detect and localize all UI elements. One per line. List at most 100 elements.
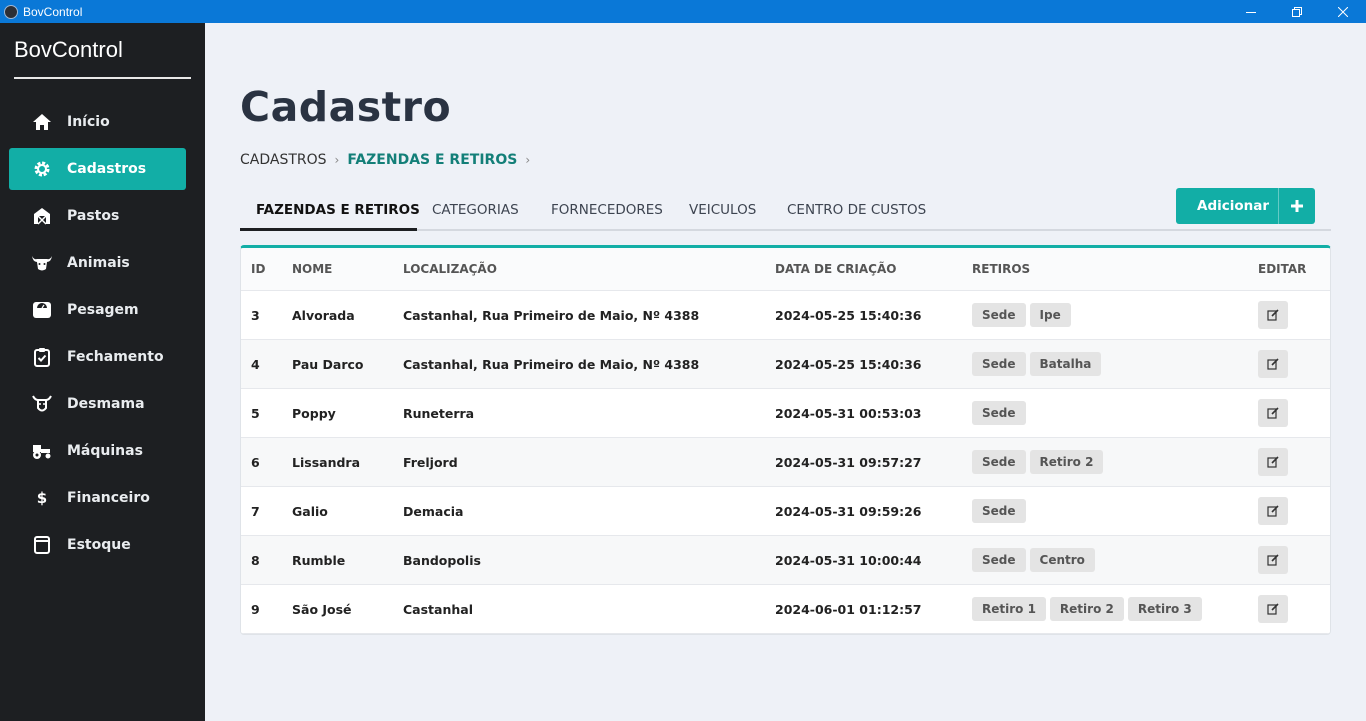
cell-nome: Galio	[292, 503, 328, 519]
maximize-button[interactable]	[1274, 0, 1320, 23]
brand-logo: BovControl	[14, 37, 123, 62]
retiro-chip: Batalha	[1029, 352, 1102, 376]
chevron-right-icon: ›	[334, 153, 340, 167]
sidebar-item-maquinas[interactable]: Máquinas	[9, 430, 186, 472]
tab-fornecedores[interactable]: FORNECEDORES	[551, 202, 663, 218]
tractor-icon	[31, 440, 53, 462]
dollar-icon: $	[36, 489, 48, 507]
edit-icon	[1267, 309, 1279, 321]
table-row: 3 Alvorada Castanhal, Rua Primeiro de Maio…	[241, 291, 1330, 340]
edit-button[interactable]	[1258, 546, 1288, 574]
edit-icon	[1267, 505, 1279, 517]
cell-retiros: Sede Ipe	[972, 291, 1075, 339]
sidebar-item-desmama[interactable]: Desmama	[9, 383, 186, 425]
retiro-chip: Retiro 2	[1049, 597, 1124, 621]
sidebar-item-pesagem[interactable]: Pesagem	[9, 289, 186, 331]
edit-button[interactable]	[1258, 301, 1288, 329]
minimize-icon	[1246, 11, 1256, 13]
tab-centro-de-custos[interactable]: CENTRO DE CUSTOS	[787, 202, 926, 218]
sidebar-item-animais[interactable]: Animais	[9, 242, 186, 284]
cell-nome: Rumble	[292, 552, 346, 568]
table-row: 5 Poppy Runeterra 2024-05-31 00:53:03 Sede	[241, 389, 1330, 438]
cell-data-criacao: 2024-05-25 15:40:36	[775, 356, 922, 372]
edit-button[interactable]	[1258, 399, 1288, 427]
add-button-label: Adicionar	[1197, 198, 1270, 214]
cell-nome: Alvorada	[292, 307, 355, 323]
cell-data-criacao: 2024-05-25 15:40:36	[775, 307, 922, 323]
close-button[interactable]	[1320, 0, 1366, 23]
barn-icon	[31, 205, 53, 227]
cell-localizacao: Castanhal, Rua Primeiro de Maio, Nº 4388	[403, 356, 700, 372]
sidebar-item-cadastros[interactable]: Cadastros	[9, 148, 186, 190]
sidebar-item-label: Cadastros	[67, 161, 147, 177]
sidebar-item-label: Máquinas	[67, 443, 143, 459]
sidebar: BovControl Início Cadastros Pastos Anima…	[0, 23, 205, 721]
sidebar-item-pastos[interactable]: Pastos	[9, 195, 186, 237]
tab-fazendas-e-retiros[interactable]: FAZENDAS E RETIROS	[256, 202, 420, 218]
cell-id: 9	[251, 601, 260, 617]
retiro-chip: Ipe	[1029, 303, 1071, 327]
table-row: 9 São José Castanhal 2024-06-01 01:12:57 Ret…	[241, 585, 1330, 634]
cell-editar	[1258, 389, 1288, 437]
cell-nome: Pau Darco	[292, 356, 364, 372]
minimize-button[interactable]	[1228, 0, 1274, 23]
cell-localizacao: Castanhal, Rua Primeiro de Maio, Nº 4388	[403, 307, 700, 323]
breadcrumb-fazendas[interactable]: FAZENDAS E RETIROS	[347, 152, 517, 168]
main-content: Cadastro CADASTROS › FAZENDAS E RETIROS …	[205, 23, 1366, 721]
app-icon	[4, 4, 18, 19]
cell-data-criacao: 2024-05-31 09:59:26	[775, 503, 922, 519]
cell-localizacao: Freljord	[403, 454, 458, 470]
cell-data-criacao: 2024-06-01 01:12:57	[775, 601, 922, 617]
sidebar-item-label: Desmama	[67, 396, 145, 412]
scale-icon	[31, 299, 53, 321]
edit-icon	[1267, 554, 1279, 566]
breadcrumb: CADASTROS › FAZENDAS E RETIROS ›	[240, 152, 538, 168]
cell-localizacao: Demacia	[403, 503, 464, 519]
sidebar-item-inicio[interactable]: Início	[9, 101, 186, 143]
sidebar-item-fechamento[interactable]: Fechamento	[9, 336, 186, 378]
edit-button[interactable]	[1258, 497, 1288, 525]
cell-editar	[1258, 487, 1288, 535]
clipboard-check-icon	[31, 346, 53, 368]
cell-nome: São José	[292, 601, 352, 617]
cell-id: 8	[251, 552, 260, 568]
tab-categorias[interactable]: CATEGORIAS	[432, 202, 519, 218]
window-title: BovControl	[23, 4, 83, 19]
retiro-chip: Sede	[972, 352, 1026, 376]
cell-editar	[1258, 536, 1288, 584]
chevron-right-icon: ›	[525, 153, 531, 167]
cell-localizacao: Castanhal	[403, 601, 473, 617]
cell-editar	[1258, 340, 1288, 388]
tab-bar: FAZENDAS E RETIROS CATEGORIAS FORNECEDOR…	[240, 190, 1331, 231]
sidebar-item-estoque[interactable]: Estoque	[9, 524, 186, 566]
column-header-editar: EDITAR	[1258, 262, 1307, 276]
retiro-chip: Retiro 1	[972, 597, 1046, 621]
sidebar-item-label: Financeiro	[67, 490, 150, 506]
cell-editar	[1258, 438, 1288, 486]
cell-editar	[1258, 585, 1288, 633]
cell-id: 4	[251, 356, 260, 372]
cell-editar	[1258, 291, 1288, 339]
tab-veiculos[interactable]: VEICULOS	[689, 202, 756, 218]
sidebar-item-financeiro[interactable]: $ Financeiro	[9, 477, 186, 519]
plus-icon	[1278, 188, 1315, 224]
edit-button[interactable]	[1258, 595, 1288, 623]
cell-localizacao: Bandopolis	[403, 552, 481, 568]
cell-retiros: Sede	[972, 487, 1030, 535]
edit-button[interactable]	[1258, 350, 1288, 378]
edit-icon	[1267, 456, 1279, 468]
cell-data-criacao: 2024-05-31 10:00:44	[775, 552, 922, 568]
cell-id: 6	[251, 454, 260, 470]
sidebar-nav: Início Cadastros Pastos Animais Pesagem	[9, 101, 186, 571]
retiro-chip: Retiro 3	[1127, 597, 1202, 621]
retiro-chip: Sede	[972, 499, 1026, 523]
add-button[interactable]: Adicionar	[1176, 188, 1315, 224]
breadcrumb-cadastros[interactable]: CADASTROS	[240, 152, 327, 168]
table-header: ID NOME LOCALIZAÇÃO DATA DE CRIAÇÃO RETI…	[241, 248, 1330, 291]
column-header-nome: NOME	[292, 262, 333, 276]
edit-button[interactable]	[1258, 448, 1288, 476]
retiro-chip: Centro	[1029, 548, 1095, 572]
edit-icon	[1267, 358, 1279, 370]
sidebar-item-label: Estoque	[67, 537, 131, 553]
fazendas-table: ID NOME LOCALIZAÇÃO DATA DE CRIAÇÃO RETI…	[240, 245, 1331, 635]
